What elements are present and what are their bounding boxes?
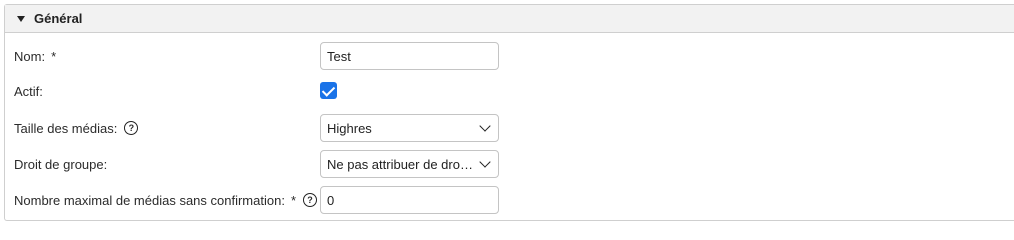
- chevron-down-icon: [479, 120, 491, 132]
- active-label: Actif:: [14, 83, 43, 99]
- name-label: Nom: *: [14, 42, 56, 70]
- media-size-row: Taille des médias: ? Highres: [5, 114, 1014, 142]
- group-right-selected: Ne pas attribuer de droit ...: [327, 156, 475, 172]
- section-title: Général: [34, 11, 83, 26]
- general-section-header[interactable]: Général: [5, 5, 1014, 33]
- caret-down-icon[interactable]: [17, 15, 25, 22]
- group-right-label: Droit de groupe:: [14, 156, 108, 172]
- required-asterisk: *: [290, 192, 296, 208]
- max-media-row: Nombre maximal de médias sans confirmati…: [5, 186, 1014, 214]
- active-row: Actif:: [5, 77, 1014, 105]
- media-size-select[interactable]: Highres: [320, 114, 499, 142]
- required-asterisk: *: [51, 48, 57, 64]
- checkmark-icon: [321, 82, 336, 97]
- chevron-down-icon: [479, 156, 491, 168]
- media-size-label: Taille des médias: ?: [14, 114, 139, 142]
- name-input[interactable]: [320, 42, 499, 70]
- general-panel: Général Nom: * Actif: Taille des médias:…: [4, 4, 1014, 221]
- media-size-label-text: Taille des médias:: [14, 120, 118, 136]
- name-row: Nom: *: [5, 42, 1014, 70]
- name-label-text: Nom:: [14, 48, 46, 64]
- question-circle-icon[interactable]: ?: [124, 121, 139, 135]
- group-right-row: Droit de groupe: Ne pas attribuer de dro…: [5, 150, 1014, 178]
- active-checkbox[interactable]: [320, 82, 337, 99]
- max-media-label-text: Nombre maximal de médias sans confirmati…: [14, 192, 285, 208]
- media-size-selected: Highres: [327, 120, 372, 136]
- question-circle-icon[interactable]: ?: [303, 193, 317, 207]
- max-media-input[interactable]: [320, 186, 499, 214]
- max-media-label: Nombre maximal de médias sans confirmati…: [14, 186, 317, 214]
- group-right-select[interactable]: Ne pas attribuer de droit ...: [320, 150, 499, 178]
